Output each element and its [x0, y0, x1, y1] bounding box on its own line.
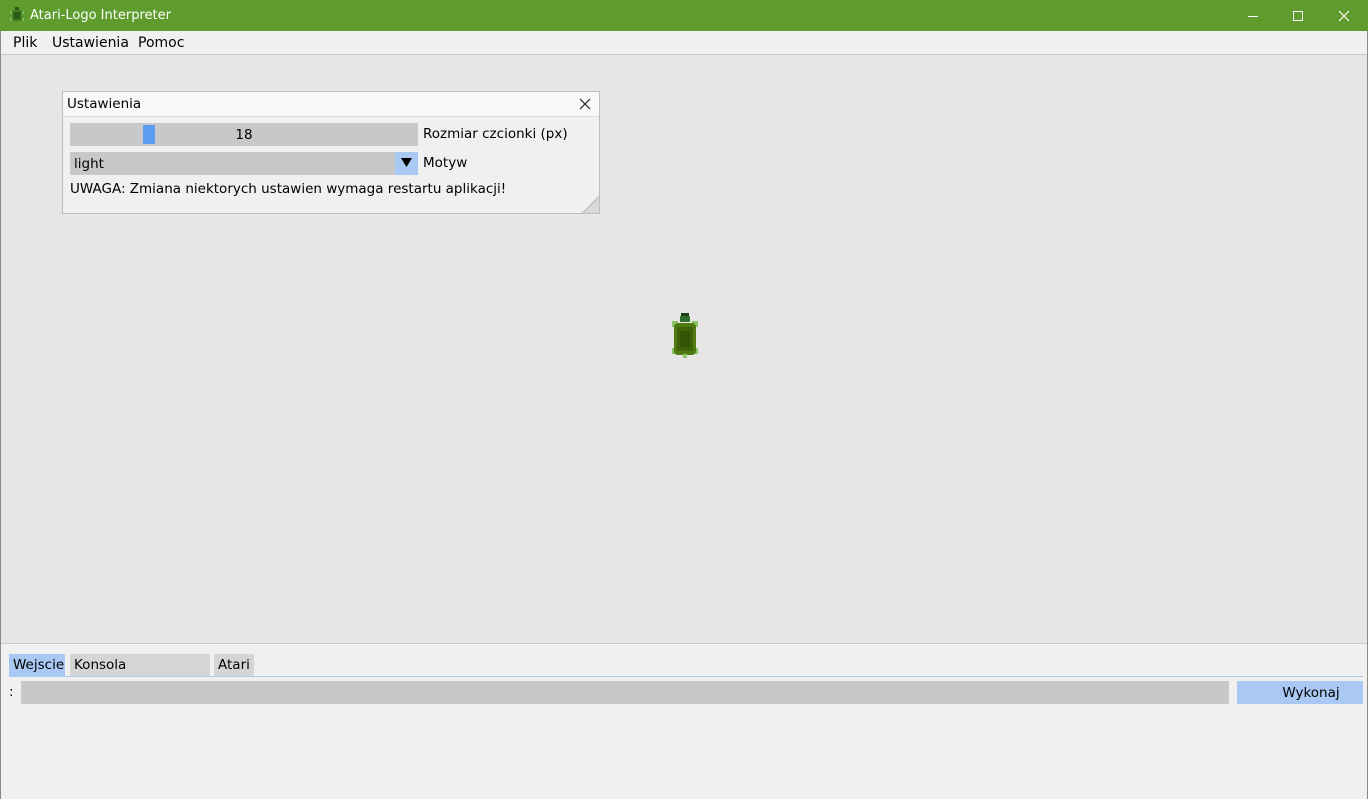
restart-warning: UWAGA: Zmiana niektorych ustawien wymaga… [70, 181, 507, 197]
font-size-slider[interactable]: 18 [70, 123, 418, 146]
menu-pomoc[interactable]: Pomoc [138, 31, 184, 54]
tab-underline [9, 676, 1363, 677]
maximize-icon [1293, 10, 1303, 21]
turtle-icon [10, 7, 24, 21]
tab-wejscie[interactable]: Wejscie [9, 654, 65, 676]
bottom-panel: Wejscie Konsola Interpretera Atari : Wyk… [1, 643, 1367, 799]
theme-dropdown-button[interactable] [395, 152, 418, 175]
font-size-label: Rozmiar czcionki (px) [423, 126, 568, 142]
menu-bar: Plik Ustawienia Pomoc [1, 31, 1367, 55]
settings-dialog: Ustawienia 18 Rozmiar czcionki (px) ligh… [62, 91, 600, 214]
turtle-icon [672, 313, 698, 358]
theme-select[interactable]: light [70, 152, 418, 175]
dialog-title: Ustawienia [67, 96, 142, 112]
close-button[interactable] [1321, 0, 1367, 31]
close-icon [1338, 10, 1350, 21]
run-button[interactable]: Wykonaj [1237, 681, 1363, 704]
menu-ustawienia[interactable]: Ustawienia [52, 31, 129, 54]
close-icon[interactable] [577, 96, 593, 112]
window-title: Atari-Logo Interpreter [30, 8, 171, 23]
tab-atari[interactable]: Atari [214, 654, 254, 676]
theme-value: light [74, 156, 104, 172]
resize-grip-icon[interactable] [581, 195, 599, 213]
menu-plik[interactable]: Plik [13, 31, 37, 54]
tab-konsola-interpretera[interactable]: Konsola Interpretera [70, 654, 210, 695]
minimize-icon [1248, 15, 1258, 17]
app-window: Plik Ustawienia Pomoc Ustawienia 18 Rozm… [0, 31, 1368, 799]
command-input[interactable] [21, 681, 1229, 704]
command-prompt: : [9, 684, 14, 700]
font-size-value: 18 [235, 127, 253, 143]
minimize-button[interactable] [1230, 0, 1276, 31]
maximize-button[interactable] [1275, 0, 1321, 31]
triangle-down-icon [401, 158, 412, 167]
dialog-title-bar[interactable]: Ustawienia [63, 92, 599, 117]
title-bar: Atari-Logo Interpreter [0, 0, 1368, 31]
theme-label: Motyw [423, 155, 468, 171]
